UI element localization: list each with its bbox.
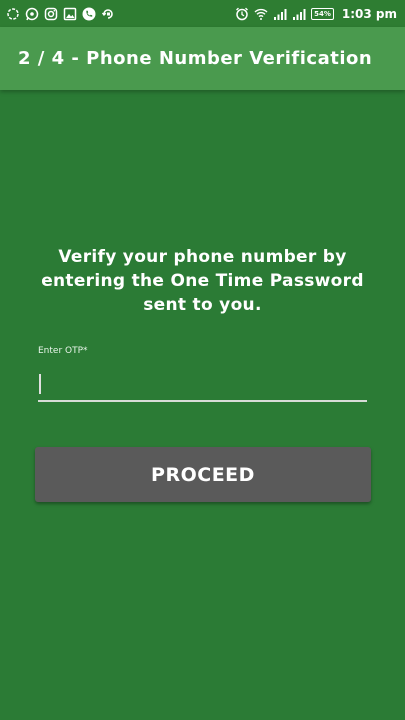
instagram-icon (44, 7, 58, 21)
status-bar: 54% 1:03 pm (0, 0, 405, 27)
signal-icon (273, 7, 287, 21)
status-right-icons: 54% 1:03 pm (235, 7, 397, 21)
status-left-icons (6, 7, 115, 21)
sync-circle-icon (6, 7, 20, 21)
page-title: 2 / 4 - Phone Number Verification (18, 48, 373, 69)
text-cursor (39, 374, 41, 394)
battery-indicator: 54% (311, 7, 334, 20)
gallery-icon (63, 7, 77, 21)
proceed-button[interactable]: PROCEED (35, 447, 371, 502)
otp-label: Enter OTP* (38, 346, 88, 356)
screen: 54% 1:03 pm 2 / 4 - Phone Number Verific… (0, 0, 405, 720)
instruction-text: Verify your phone number by entering the… (41, 247, 364, 315)
app-notification-icon (101, 7, 115, 21)
whatsapp-icon (25, 7, 39, 21)
wifi-icon (254, 7, 268, 21)
clock: 1:03 pm (341, 6, 397, 21)
alarm-icon (235, 7, 249, 21)
app-bar: 2 / 4 - Phone Number Verification (0, 27, 405, 90)
otp-input[interactable] (38, 366, 367, 402)
phone-icon (82, 7, 96, 21)
signal-icon (292, 7, 306, 21)
